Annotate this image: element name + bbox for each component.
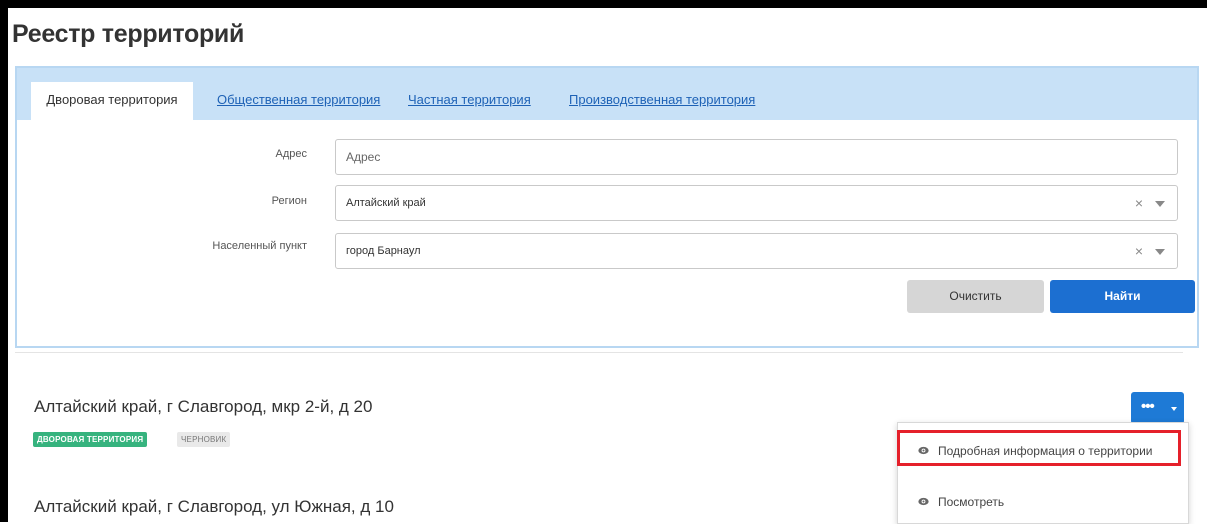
locality-clear-icon[interactable]: × [1135,234,1143,268]
region-value: Алтайский край [346,197,426,209]
actions-dropdown: Подробная информация о территории Посмот… [897,422,1189,524]
eye-icon [918,446,929,455]
menu-item-label: Подробная информация о территории [938,444,1153,458]
window-frame-top [0,0,1207,8]
menu-item-view[interactable]: Посмотреть [898,484,1188,520]
address-input[interactable] [346,142,1106,172]
page-title: Реестр территорий [12,20,245,48]
locality-chevron-down-icon[interactable] [1155,249,1165,255]
find-button[interactable]: Найти [1050,280,1195,313]
region-chevron-down-icon[interactable] [1155,201,1165,207]
region-select[interactable]: Алтайский край × [335,185,1178,221]
caret-down-icon [1171,407,1177,411]
eye-icon [918,497,929,506]
menu-item-label: Посмотреть [938,495,1005,509]
filter-panel: Дворовая территория Общественная террито… [15,66,1199,348]
locality-select[interactable]: город Барнаул × [335,233,1178,269]
status-badge: ЧЕРНОВИК [177,432,231,447]
tab-yard-territory[interactable]: Дворовая территория [31,82,193,120]
tab-private-territory[interactable]: Частная территория [408,82,531,120]
address-label: Адрес [275,148,308,160]
clear-button[interactable]: Очистить [907,280,1044,313]
window-frame-left [0,0,8,522]
tabs-bar: Дворовая территория Общественная террито… [17,68,1197,120]
result-title[interactable]: Алтайский край, г Славгород, ул Южная, д… [34,497,394,517]
actions-menu-button[interactable]: ••• [1131,392,1184,424]
address-field [335,139,1178,175]
more-icon: ••• [1141,398,1155,415]
region-label: Регион [271,195,307,207]
menu-item-territory-details[interactable]: Подробная информация о территории [898,433,1188,469]
type-badge: ДВОРОВАЯ ТЕРРИТОРИЯ [33,432,148,447]
result-title[interactable]: Алтайский край, г Славгород, мкр 2-й, д … [34,397,372,417]
locality-label: Населенный пункт [212,240,307,252]
tab-public-territory[interactable]: Общественная территория [217,82,380,120]
divider [15,352,1183,353]
region-clear-icon[interactable]: × [1135,186,1143,220]
locality-value: город Барнаул [346,245,421,257]
tab-industrial-territory[interactable]: Производственная территория [569,82,755,120]
